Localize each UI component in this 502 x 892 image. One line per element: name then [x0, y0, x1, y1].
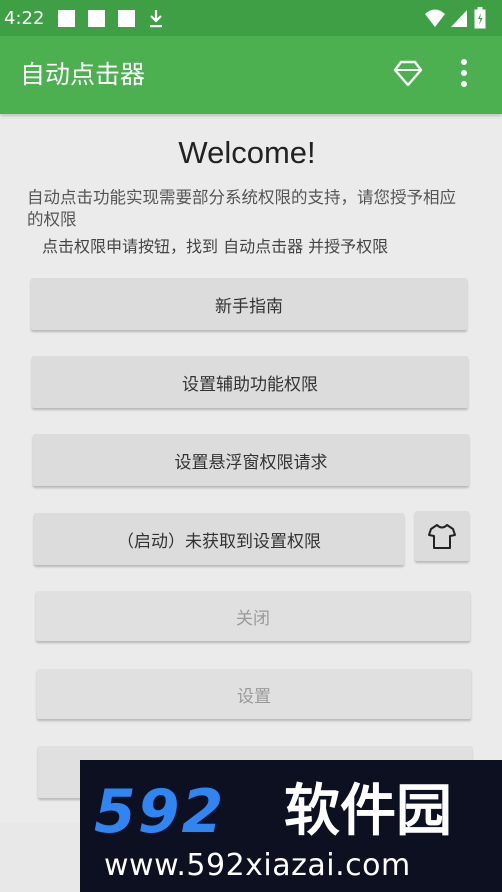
accessibility-permission-label: 设置辅助功能权限 — [182, 374, 318, 395]
watermark-banner: 592 软件园 www.592xiazai.com — [80, 760, 502, 892]
watermark-number: 592 — [94, 777, 226, 847]
more-vert-icon — [461, 59, 467, 87]
start-button-label: （启动）未获取到设置权限 — [117, 531, 321, 552]
notification-square-icon — [58, 10, 75, 27]
permission-description: 自动点击功能实现需要部分系统权限的支持，请您授予相应的权限 — [27, 188, 456, 229]
guide-button[interactable]: 新手指南 — [31, 278, 467, 330]
app-title: 自动点击器 — [20, 60, 146, 89]
guide-button-label: 新手指南 — [215, 296, 283, 317]
close-button-label: 关闭 — [236, 608, 270, 629]
theme-button[interactable] — [415, 511, 469, 561]
signal-icon — [451, 10, 467, 27]
overlay-permission-button[interactable]: 设置悬浮窗权限请求 — [33, 434, 469, 486]
watermark-logo: 592 软件园 — [94, 777, 494, 847]
permission-hint: 点击权限申请按钮，找到 自动点击器 并授予权限 — [42, 237, 389, 256]
status-time: 4:22 — [4, 8, 45, 29]
bottom-area — [0, 823, 80, 892]
notification-square-icon — [88, 10, 105, 27]
watermark-brand: 软件园 — [284, 779, 452, 844]
start-button[interactable]: （启动）未获取到设置权限 — [34, 513, 404, 565]
wifi-icon — [425, 9, 445, 27]
watermark-url: www.592xiazai.com — [104, 848, 411, 883]
status-bar: 4:22 — [0, 0, 502, 36]
diamond-icon — [393, 60, 423, 87]
settings-button-label: 设置 — [237, 686, 271, 707]
notification-square-icon — [118, 10, 135, 27]
tshirt-icon — [428, 524, 456, 549]
download-icon — [150, 10, 162, 28]
more-options-button[interactable] — [452, 54, 476, 94]
welcome-heading: Welcome! — [178, 135, 316, 170]
battery-icon — [474, 7, 486, 29]
premium-button[interactable] — [390, 56, 426, 92]
settings-button[interactable]: 设置 — [37, 669, 471, 719]
close-button[interactable]: 关闭 — [36, 591, 470, 641]
app-bar: 自动点击器 — [0, 36, 502, 114]
overlay-permission-label: 设置悬浮窗权限请求 — [174, 452, 328, 473]
accessibility-permission-button[interactable]: 设置辅助功能权限 — [32, 356, 468, 408]
